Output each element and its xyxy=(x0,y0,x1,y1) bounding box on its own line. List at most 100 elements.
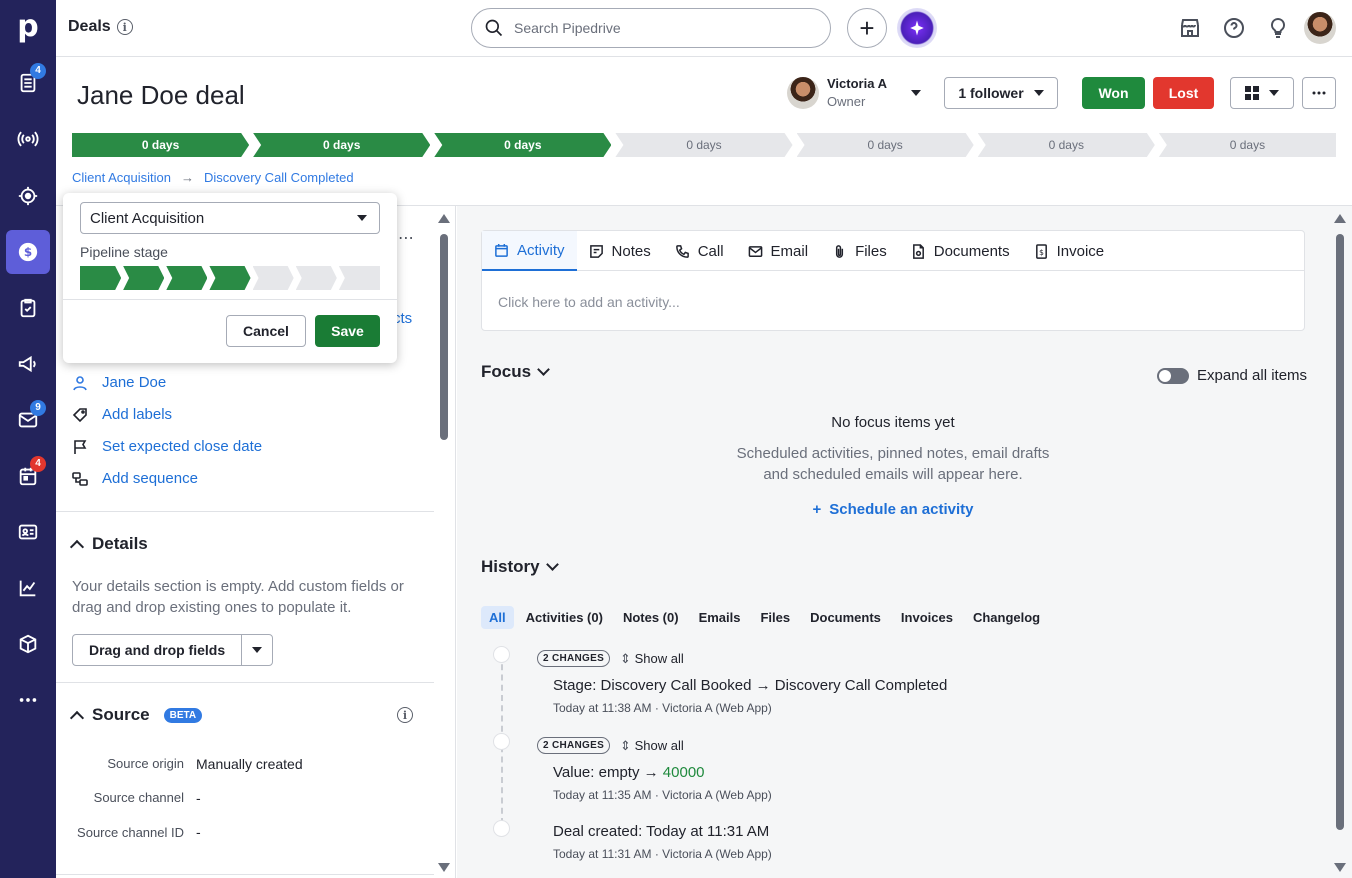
scroll-down-arrow[interactable] xyxy=(1334,863,1346,872)
info-icon[interactable]: i xyxy=(116,19,133,35)
stage-picker-segment[interactable] xyxy=(338,266,380,290)
view-switch-button[interactable] xyxy=(1230,77,1294,109)
history-tab[interactable]: Activities (0) xyxy=(518,606,611,629)
pipeline-stage[interactable]: 0 days xyxy=(615,133,792,157)
lightbulb-icon[interactable] xyxy=(1266,16,1290,40)
save-button[interactable]: Save xyxy=(315,315,380,347)
owner-selector[interactable]: Victoria A Owner xyxy=(787,76,921,109)
history-tab[interactable]: Invoices xyxy=(893,606,961,629)
nav-deals[interactable]: $ xyxy=(6,230,50,274)
history-section-header[interactable]: History xyxy=(481,557,559,577)
pipeline-stage[interactable]: 0 days xyxy=(434,133,611,157)
pipeline-stage[interactable]: 0 days xyxy=(1158,133,1336,157)
activity-input-placeholder[interactable]: Click here to add an activity... xyxy=(482,271,1304,333)
nav-tasks[interactable] xyxy=(6,286,50,330)
chevron-down-icon xyxy=(537,363,550,376)
history-entry-prefix: empty → xyxy=(598,764,659,781)
add-labels-link[interactable]: Add labels xyxy=(72,406,172,423)
nav-contacts[interactable] xyxy=(6,510,50,554)
scroll-up-arrow[interactable] xyxy=(1334,214,1346,223)
more-actions-button[interactable] xyxy=(1302,77,1336,109)
nav-mail[interactable]: 9 xyxy=(6,398,50,442)
pipeline-stage[interactable]: 0 days xyxy=(978,133,1155,157)
search-input[interactable] xyxy=(514,20,814,36)
source-section-header[interactable]: Source BETA xyxy=(69,705,203,725)
show-all-link[interactable]: ⇕ Show all xyxy=(620,651,684,667)
nav-campaigns[interactable] xyxy=(6,117,50,161)
cancel-button[interactable]: Cancel xyxy=(226,315,306,347)
pipeline-stage[interactable]: 0 days xyxy=(253,133,430,157)
close-date-link[interactable]: Set expected close date xyxy=(72,438,262,455)
nav-insights-chart[interactable] xyxy=(6,566,50,610)
expand-all-toggle[interactable]: Expand all items xyxy=(1157,367,1307,384)
breadcrumb-stage[interactable]: Discovery Call Completed xyxy=(204,170,354,185)
tab-call[interactable]: Call xyxy=(663,231,736,271)
lost-button[interactable]: Lost xyxy=(1153,77,1214,109)
add-sequence-link[interactable]: Add sequence xyxy=(72,470,198,487)
toggle-switch[interactable] xyxy=(1157,367,1189,384)
schedule-activity-link[interactable]: + Schedule an activity xyxy=(481,501,1305,518)
source-row-value[interactable]: - xyxy=(196,824,201,842)
stage-picker-segment[interactable] xyxy=(253,266,294,290)
tab-files[interactable]: Files xyxy=(820,231,899,271)
info-icon[interactable]: i xyxy=(397,707,413,723)
details-section-header[interactable]: Details xyxy=(69,534,148,554)
nav-calendar[interactable]: 4 xyxy=(6,454,50,498)
focus-section-header[interactable]: Focus xyxy=(481,362,550,382)
nav-more[interactable] xyxy=(6,678,50,722)
quick-add-button[interactable]: + xyxy=(847,8,887,48)
pipeline-select[interactable]: Client Acquisition xyxy=(80,202,380,234)
tab-email[interactable]: Email xyxy=(736,231,821,271)
deal-title[interactable]: Jane Doe deal xyxy=(77,80,245,111)
tab-label: Files xyxy=(855,242,887,260)
scroll-up-arrow[interactable] xyxy=(438,214,450,223)
sidebar-scrollbar[interactable] xyxy=(440,234,448,440)
history-tab[interactable]: Files xyxy=(752,606,798,629)
breadcrumb-pipeline[interactable]: Client Acquisition xyxy=(72,170,171,185)
activity-scrollbar[interactable] xyxy=(1336,234,1344,830)
history-tab[interactable]: All xyxy=(481,606,514,629)
nav-leads[interactable]: 4 xyxy=(6,61,50,105)
nav-products[interactable] xyxy=(6,622,50,666)
chevron-down-icon xyxy=(1033,90,1044,96)
show-all-link[interactable]: ⇕ Show all xyxy=(620,738,684,754)
nav-insights[interactable] xyxy=(6,174,50,218)
pipeline-stage[interactable]: 0 days xyxy=(72,133,249,157)
tab-activity[interactable]: Activity xyxy=(482,231,577,271)
history-tab[interactable]: Emails xyxy=(691,606,749,629)
scroll-down-arrow[interactable] xyxy=(438,863,450,872)
more-dots-icon[interactable]: ⋯ xyxy=(398,228,414,248)
drag-drop-button[interactable]: Drag and drop fields xyxy=(73,635,243,665)
stage-picker-segment[interactable] xyxy=(80,266,121,290)
history-tab[interactable]: Documents xyxy=(802,606,889,629)
stage-picker-segment[interactable] xyxy=(123,266,164,290)
pipeline-stage[interactable]: 0 days xyxy=(797,133,974,157)
source-row-value[interactable]: - xyxy=(196,790,201,806)
stage-picker-segment[interactable] xyxy=(296,266,337,290)
more-dots-icon xyxy=(1312,91,1326,95)
search-icon xyxy=(485,19,503,37)
tab-invoice[interactable]: $ Invoice xyxy=(1022,231,1117,271)
history-tab[interactable]: Changelog xyxy=(965,606,1048,629)
drag-drop-dropdown[interactable] xyxy=(242,635,272,665)
stage-picker-segment[interactable] xyxy=(166,266,207,290)
nav-campaigns-megaphone[interactable] xyxy=(6,342,50,386)
user-avatar[interactable] xyxy=(1304,12,1336,44)
search-box[interactable] xyxy=(471,8,831,48)
ai-assistant-button[interactable] xyxy=(897,8,937,48)
won-button[interactable]: Won xyxy=(1082,77,1145,109)
source-row-value[interactable]: Manually created xyxy=(196,756,303,772)
history-tab[interactable]: Notes (0) xyxy=(615,606,687,629)
stage-picker-segment[interactable] xyxy=(209,266,250,290)
tab-documents[interactable]: Documents xyxy=(899,231,1022,271)
tab-notes[interactable]: Notes xyxy=(577,231,663,271)
follower-button[interactable]: 1 follower xyxy=(944,77,1058,109)
person-link[interactable]: Jane Doe xyxy=(72,374,166,391)
pipedrive-logo-icon[interactable]: p xyxy=(14,10,42,44)
mail-icon xyxy=(748,245,762,257)
source-row-key: Source channel xyxy=(93,790,184,805)
history-filter-tabs: All Activities (0) Notes (0) Emails Files Doc… xyxy=(481,606,1048,629)
marketplace-icon[interactable] xyxy=(1178,16,1202,40)
page-section-title: Deals i xyxy=(68,18,133,36)
help-icon[interactable] xyxy=(1222,16,1246,40)
